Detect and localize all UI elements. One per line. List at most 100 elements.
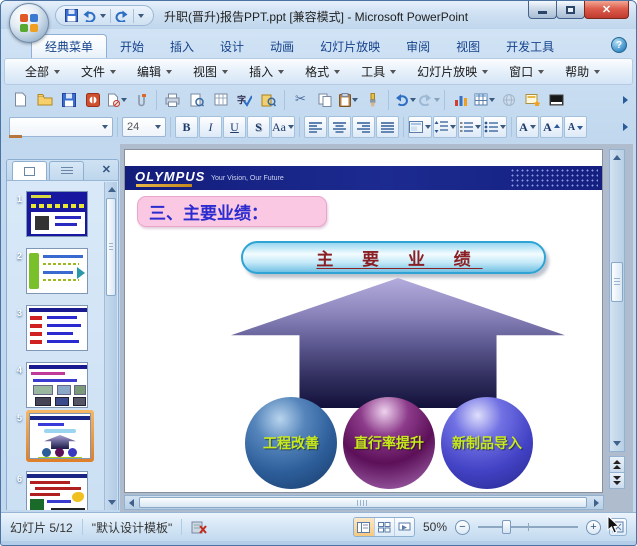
menu-file[interactable]: 文件 <box>72 59 125 84</box>
customize-qat-caret[interactable] <box>138 13 144 18</box>
menu-view[interactable]: 视图 <box>184 59 237 84</box>
normal-view-button[interactable] <box>353 518 374 536</box>
save-icon[interactable] <box>65 9 78 22</box>
menu-tools[interactable]: 工具 <box>352 59 405 84</box>
toolbar-overflow-button[interactable] <box>623 123 628 131</box>
numbering-button[interactable] <box>458 116 482 138</box>
next-slide-button[interactable] <box>609 472 625 489</box>
scroll-down-arrow[interactable] <box>613 441 621 446</box>
redo-icon[interactable] <box>115 10 129 22</box>
dropdown-caret[interactable] <box>529 125 536 129</box>
tab-review[interactable]: 审阅 <box>393 34 443 58</box>
slide-canvas[interactable]: OLYMPUS Your Vision, Our Future 三、主要业绩： … <box>124 149 603 493</box>
design-template-name[interactable]: "默认设计模板" <box>92 519 173 536</box>
align-center-button[interactable] <box>328 116 351 138</box>
copy-button[interactable] <box>313 89 336 111</box>
help-button[interactable]: ? <box>611 37 627 53</box>
font-size-combo[interactable]: 24 <box>122 117 166 137</box>
increase-font-button[interactable]: A <box>540 116 563 138</box>
vertical-scrollbar-thumb[interactable] <box>611 262 623 302</box>
dropdown-caret[interactable] <box>120 97 127 102</box>
slide-sorter-view-button[interactable] <box>373 518 394 536</box>
undo-icon[interactable] <box>82 10 96 22</box>
bullets-button[interactable] <box>483 116 507 138</box>
slide-design-button[interactable] <box>521 89 544 111</box>
dropdown-caret[interactable] <box>409 97 416 102</box>
decrease-font-button[interactable]: A <box>564 116 587 138</box>
format-painter-button[interactable] <box>361 89 384 111</box>
scroll-up-arrow[interactable] <box>108 187 116 192</box>
tab-insert[interactable]: 插入 <box>157 34 207 58</box>
slide-thumbnail[interactable] <box>26 305 88 351</box>
zoom-slider-thumb[interactable] <box>502 520 511 534</box>
publish-button[interactable] <box>81 89 104 111</box>
print-preview-button[interactable] <box>185 89 208 111</box>
slide-thumbnail[interactable] <box>26 248 88 294</box>
maximize-button[interactable] <box>556 1 585 19</box>
slide-thumbnail[interactable] <box>26 362 88 408</box>
dropdown-caret[interactable] <box>450 125 456 129</box>
insert-chart-button[interactable] <box>449 89 472 111</box>
justify-button[interactable] <box>376 116 399 138</box>
horizontal-scrollbar[interactable] <box>124 495 604 510</box>
spelling-status-icon[interactable] <box>191 519 208 535</box>
research-button[interactable] <box>257 89 280 111</box>
dropdown-caret[interactable] <box>425 125 431 129</box>
main-banner[interactable]: 主 要 业 绩 <box>241 241 546 274</box>
menu-all[interactable]: 全部 <box>16 59 69 84</box>
open-button[interactable] <box>33 89 56 111</box>
menu-help[interactable]: 帮助 <box>556 59 609 84</box>
paste-button[interactable] <box>337 89 360 111</box>
outline-tab[interactable] <box>49 161 84 180</box>
scroll-up-arrow[interactable] <box>613 155 621 160</box>
hyperlink-button[interactable] <box>497 89 520 111</box>
dropdown-caret[interactable] <box>352 97 358 102</box>
tab-design[interactable]: 设计 <box>207 34 257 58</box>
slide-layout-button[interactable] <box>408 116 432 138</box>
toolbar-overflow-button[interactable] <box>623 95 628 104</box>
text-shadow-button[interactable]: S <box>247 116 270 138</box>
font-color-button[interactable]: A <box>9 116 539 138</box>
menu-edit[interactable]: 编辑 <box>128 59 181 84</box>
scroll-left-arrow[interactable] <box>129 499 134 507</box>
tab-slideshow[interactable]: 幻灯片放映 <box>307 34 393 58</box>
permission-button[interactable] <box>105 89 128 111</box>
dropdown-caret[interactable] <box>489 97 495 102</box>
sphere-yield-rate[interactable]: 直行率提升 <box>343 397 435 489</box>
tab-animations[interactable]: 动画 <box>257 34 307 58</box>
slides-tab[interactable] <box>12 161 47 180</box>
panel-close-button[interactable]: ✕ <box>102 163 111 176</box>
undo-button[interactable] <box>393 89 416 111</box>
dropdown-caret[interactable] <box>433 97 440 102</box>
new-document-button[interactable] <box>9 89 32 111</box>
scroll-right-arrow[interactable] <box>594 499 599 507</box>
slide-thumbnail[interactable] <box>26 191 88 237</box>
tab-developer[interactable]: 开发工具 <box>493 34 567 58</box>
line-spacing-button[interactable] <box>433 116 457 138</box>
redo-button[interactable] <box>417 89 440 111</box>
tab-view[interactable]: 视图 <box>443 34 493 58</box>
close-button[interactable]: ✕ <box>584 1 629 19</box>
cut-button[interactable]: ✂ <box>289 89 312 111</box>
menu-format[interactable]: 格式 <box>296 59 349 84</box>
section-title-box[interactable]: 三、主要业绩： <box>137 196 327 227</box>
sphere-new-product[interactable]: 新制品导入 <box>441 397 533 489</box>
change-case-button[interactable]: Aa <box>271 116 295 138</box>
undo-dropdown-caret[interactable] <box>100 13 106 18</box>
panel-scrollbar[interactable] <box>104 182 117 510</box>
spelling-button[interactable]: 字 <box>233 89 256 111</box>
bold-button[interactable]: B <box>175 116 198 138</box>
slide-thumbnail-current[interactable] <box>29 413 91 459</box>
minimize-button[interactable] <box>528 1 557 19</box>
up-arrow-shape[interactable] <box>231 278 565 408</box>
save-button[interactable] <box>57 89 80 111</box>
align-left-button[interactable] <box>304 116 327 138</box>
italic-button[interactable]: I <box>199 116 222 138</box>
background-button[interactable] <box>545 89 568 111</box>
tab-home[interactable]: 开始 <box>107 34 157 58</box>
dropdown-caret[interactable] <box>500 125 506 129</box>
menu-slideshow[interactable]: 幻灯片放映 <box>408 59 497 84</box>
insert-table-button[interactable] <box>473 89 496 111</box>
font-name-combo[interactable] <box>9 117 113 137</box>
vertical-scrollbar[interactable] <box>609 149 625 452</box>
